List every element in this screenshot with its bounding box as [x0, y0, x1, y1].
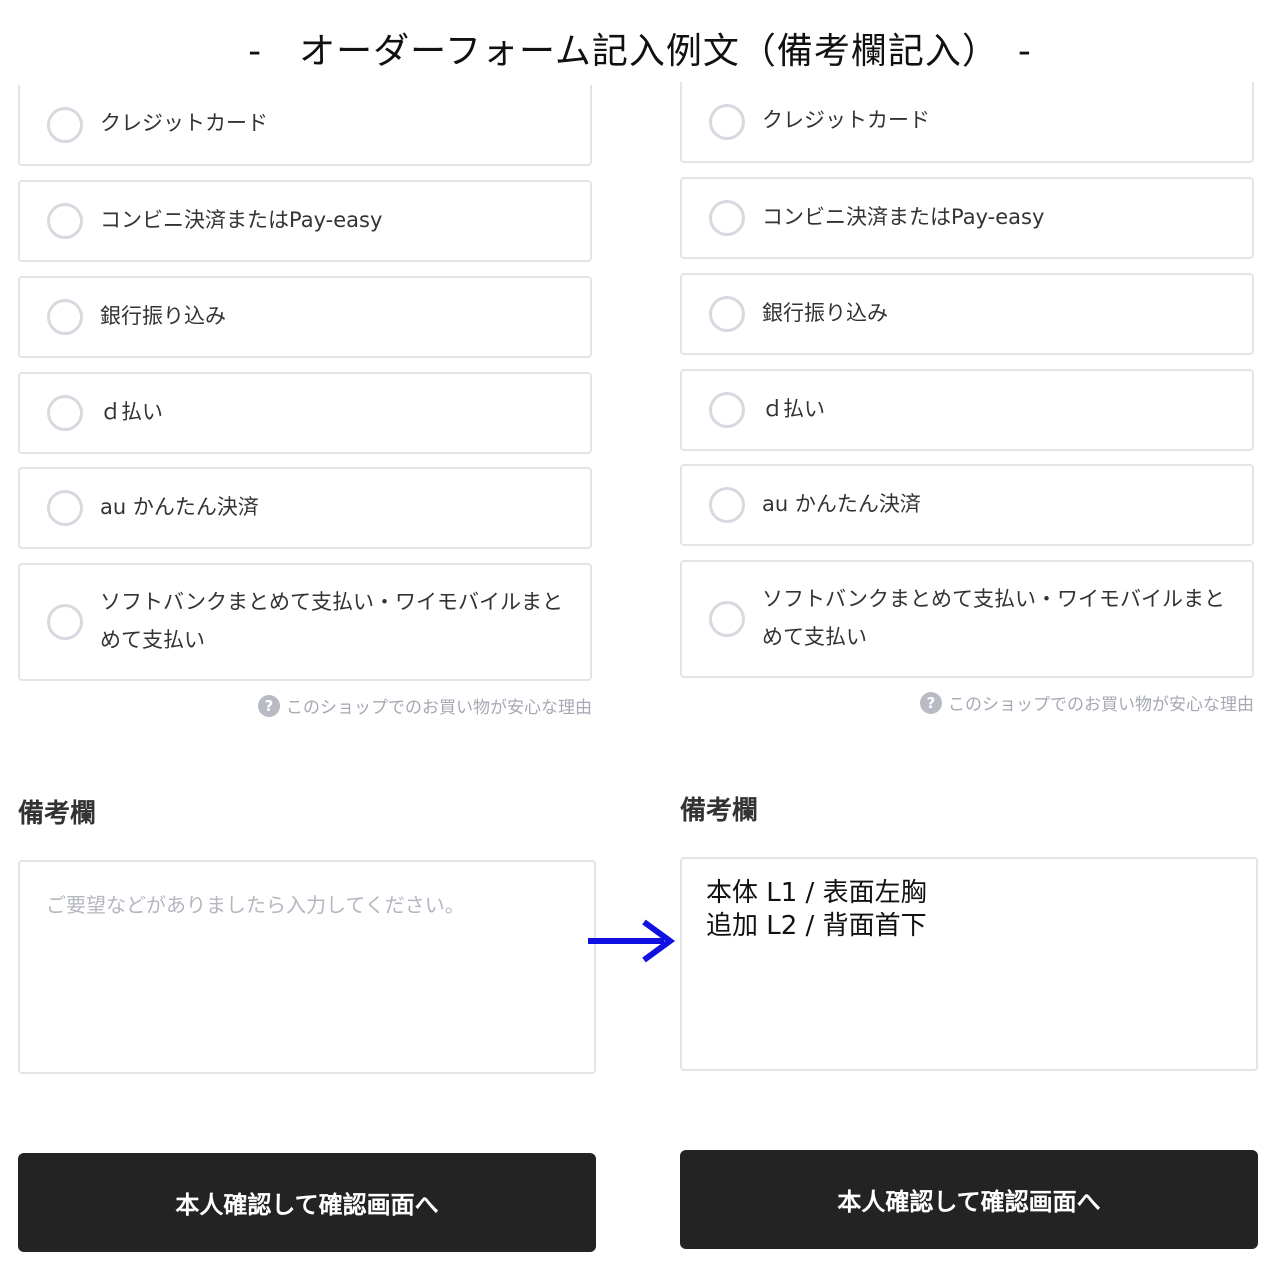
- payment-option-label: コンビニ決済またはPay-easy: [100, 208, 383, 232]
- question-circle-icon: ?: [258, 694, 280, 717]
- remarks-textarea[interactable]: 本体 L1 / 表面左胸 追加 L2 / 背面首下: [680, 857, 1258, 1071]
- remarks-value: 本体 L1 / 表面左胸 追加 L2 / 背面首下: [706, 877, 927, 943]
- payment-option-convenience-store[interactable]: コンビニ決済またはPay-easy: [680, 177, 1254, 259]
- payment-option-label: ソフトバンクまとめて支払い・ワイモバイルまとめて支払い: [100, 590, 564, 652]
- payment-option-label: クレジットカード: [762, 108, 930, 132]
- payment-option-label: 銀行振り込み: [762, 301, 888, 325]
- payment-option-label: ｄ払い: [100, 400, 163, 424]
- payment-options: クレジットカード コンビニ決済またはPay-easy 銀行振り込み ｄ払い au…: [680, 82, 1258, 682]
- payment-option-label: ソフトバンクまとめて支払い・ワイモバイルまとめて支払い: [762, 587, 1226, 649]
- payment-option-convenience-store[interactable]: コンビニ決済またはPay-easy: [18, 180, 592, 262]
- payment-option-bank-transfer[interactable]: 銀行振り込み: [18, 276, 592, 358]
- safe-shopping-reason-link[interactable]: ? このショップでのお買い物が安心な理由: [920, 690, 1254, 715]
- payment-option-au-kantan[interactable]: au かんたん決済: [680, 464, 1254, 546]
- radio-circle-icon[interactable]: [709, 487, 745, 523]
- payment-option-label: クレジットカード: [100, 111, 268, 135]
- right-arrow-icon: [588, 919, 676, 963]
- remarks-line-2: 追加 L2 / 背面首下: [706, 911, 927, 941]
- reason-link-text: このショップでのお買い物が安心な理由: [286, 698, 592, 718]
- radio-circle-icon[interactable]: [47, 299, 83, 335]
- payment-option-credit-card[interactable]: クレジットカード: [680, 82, 1254, 163]
- payment-option-softbank-ymobile[interactable]: ソフトバンクまとめて支払い・ワイモバイルまとめて支払い: [680, 560, 1254, 678]
- payment-option-label: au かんたん決済: [100, 495, 259, 519]
- radio-circle-icon[interactable]: [47, 604, 83, 640]
- radio-circle-icon[interactable]: [47, 490, 83, 526]
- payment-option-label: コンビニ決済またはPay-easy: [762, 205, 1045, 229]
- radio-circle-icon[interactable]: [709, 296, 745, 332]
- payment-option-softbank-ymobile[interactable]: ソフトバンクまとめて支払い・ワイモバイルまとめて支払い: [18, 563, 592, 681]
- remarks-heading: 備考欄: [18, 799, 97, 829]
- radio-circle-icon[interactable]: [47, 203, 83, 239]
- radio-circle-icon[interactable]: [47, 107, 83, 143]
- radio-circle-icon[interactable]: [709, 392, 745, 428]
- payment-option-label: ｄ払い: [762, 397, 825, 421]
- payment-option-d-barai[interactable]: ｄ払い: [18, 372, 592, 454]
- payment-option-au-kantan[interactable]: au かんたん決済: [18, 467, 592, 549]
- confirm-button[interactable]: 本人確認して確認画面へ: [18, 1153, 596, 1252]
- payment-option-bank-transfer[interactable]: 銀行振り込み: [680, 273, 1254, 355]
- radio-circle-icon[interactable]: [47, 395, 83, 431]
- payment-option-credit-card[interactable]: クレジットカード: [18, 85, 592, 166]
- payment-option-d-barai[interactable]: ｄ払い: [680, 369, 1254, 451]
- page-title: - オーダーフォーム記入例文（備考欄記入） -: [248, 31, 1032, 72]
- remarks-textarea[interactable]: ご要望などがありましたら入力してください。: [18, 860, 596, 1074]
- reason-link-text: このショップでのお買い物が安心な理由: [948, 695, 1254, 715]
- radio-circle-icon[interactable]: [709, 200, 745, 236]
- remarks-placeholder: ご要望などがありましたら入力してください。: [46, 893, 465, 917]
- confirm-button[interactable]: 本人確認して確認画面へ: [680, 1150, 1258, 1249]
- remarks-line-1: 本体 L1 / 表面左胸: [706, 878, 927, 908]
- payment-option-label: 銀行振り込み: [100, 304, 226, 328]
- radio-circle-icon[interactable]: [709, 601, 745, 637]
- payment-option-label: au かんたん決済: [762, 492, 921, 516]
- remarks-heading: 備考欄: [680, 796, 759, 826]
- safe-shopping-reason-link[interactable]: ? このショップでのお買い物が安心な理由: [258, 693, 592, 718]
- page: - オーダーフォーム記入例文（備考欄記入） - クレジットカード コンビニ決済ま…: [0, 0, 1280, 1280]
- radio-circle-icon[interactable]: [709, 104, 745, 140]
- question-circle-icon: ?: [920, 691, 942, 714]
- payment-options: クレジットカード コンビニ決済またはPay-easy 銀行振り込み ｄ払い au…: [18, 85, 596, 685]
